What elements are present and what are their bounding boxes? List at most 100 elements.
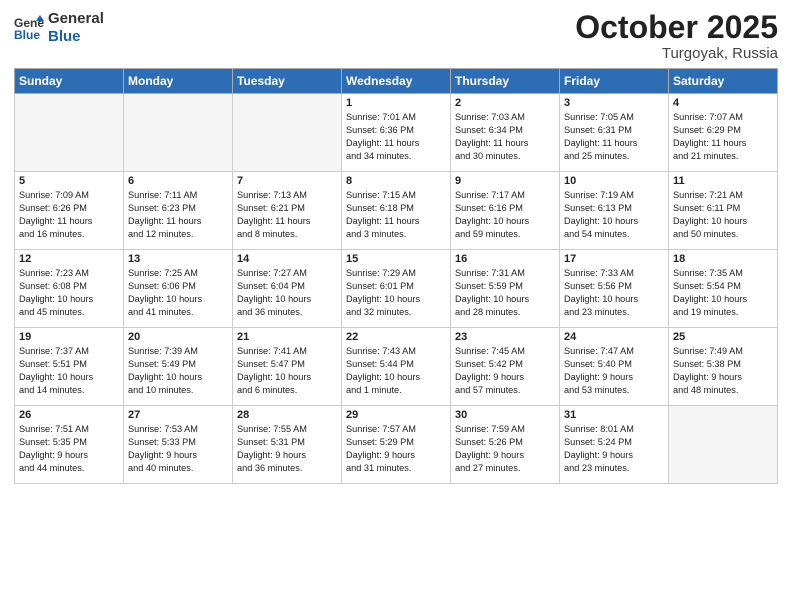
title-block: October 2025 Turgoyak, Russia <box>575 10 778 62</box>
daylight-info: and 44 minutes. <box>19 462 119 475</box>
calendar-table: Sunday Monday Tuesday Wednesday Thursday… <box>14 68 778 484</box>
daylight-info: Daylight: 11 hours <box>128 215 228 228</box>
calendar-week-row: 26Sunrise: 7:51 AMSunset: 5:35 PMDayligh… <box>15 406 778 484</box>
sunrise-info: Sunrise: 7:01 AM <box>346 111 446 124</box>
header-thursday: Thursday <box>451 69 560 94</box>
day-number: 20 <box>128 331 228 343</box>
calendar-week-row: 12Sunrise: 7:23 AMSunset: 6:08 PMDayligh… <box>15 250 778 328</box>
sunset-info: Sunset: 6:31 PM <box>564 124 664 137</box>
daylight-info: and 34 minutes. <box>346 150 446 163</box>
sunset-info: Sunset: 6:16 PM <box>455 202 555 215</box>
day-number: 19 <box>19 331 119 343</box>
daylight-info: and 45 minutes. <box>19 306 119 319</box>
daylight-info: Daylight: 10 hours <box>564 293 664 306</box>
table-row: 1Sunrise: 7:01 AMSunset: 6:36 PMDaylight… <box>342 94 451 172</box>
sunset-info: Sunset: 5:51 PM <box>19 358 119 371</box>
table-row <box>124 94 233 172</box>
day-number: 21 <box>237 331 337 343</box>
daylight-info: and 36 minutes. <box>237 462 337 475</box>
sunrise-info: Sunrise: 8:01 AM <box>564 423 664 436</box>
table-row <box>15 94 124 172</box>
table-row: 12Sunrise: 7:23 AMSunset: 6:08 PMDayligh… <box>15 250 124 328</box>
sunrise-info: Sunrise: 7:05 AM <box>564 111 664 124</box>
sunrise-info: Sunrise: 7:11 AM <box>128 189 228 202</box>
sunrise-info: Sunrise: 7:43 AM <box>346 345 446 358</box>
daylight-info: Daylight: 10 hours <box>346 293 446 306</box>
daylight-info: and 36 minutes. <box>237 306 337 319</box>
daylight-info: Daylight: 11 hours <box>455 137 555 150</box>
sunset-info: Sunset: 6:36 PM <box>346 124 446 137</box>
day-number: 29 <box>346 409 446 421</box>
daylight-info: Daylight: 11 hours <box>346 215 446 228</box>
day-number: 4 <box>673 97 773 109</box>
daylight-info: Daylight: 10 hours <box>346 371 446 384</box>
daylight-info: Daylight: 11 hours <box>237 215 337 228</box>
sunrise-info: Sunrise: 7:37 AM <box>19 345 119 358</box>
daylight-info: Daylight: 10 hours <box>19 371 119 384</box>
daylight-info: and 59 minutes. <box>455 228 555 241</box>
sunrise-info: Sunrise: 7:59 AM <box>455 423 555 436</box>
daylight-info: Daylight: 11 hours <box>19 215 119 228</box>
daylight-info: and 10 minutes. <box>128 384 228 397</box>
sunset-info: Sunset: 5:31 PM <box>237 436 337 449</box>
table-row: 9Sunrise: 7:17 AMSunset: 6:16 PMDaylight… <box>451 172 560 250</box>
sunrise-info: Sunrise: 7:19 AM <box>564 189 664 202</box>
calendar-header-row: Sunday Monday Tuesday Wednesday Thursday… <box>15 69 778 94</box>
table-row: 8Sunrise: 7:15 AMSunset: 6:18 PMDaylight… <box>342 172 451 250</box>
daylight-info: Daylight: 9 hours <box>455 371 555 384</box>
day-number: 24 <box>564 331 664 343</box>
sunrise-info: Sunrise: 7:41 AM <box>237 345 337 358</box>
day-number: 30 <box>455 409 555 421</box>
daylight-info: and 8 minutes. <box>237 228 337 241</box>
daylight-info: and 1 minute. <box>346 384 446 397</box>
sunrise-info: Sunrise: 7:13 AM <box>237 189 337 202</box>
header-tuesday: Tuesday <box>233 69 342 94</box>
daylight-info: Daylight: 10 hours <box>128 293 228 306</box>
sunset-info: Sunset: 6:01 PM <box>346 280 446 293</box>
table-row: 10Sunrise: 7:19 AMSunset: 6:13 PMDayligh… <box>560 172 669 250</box>
daylight-info: and 53 minutes. <box>564 384 664 397</box>
daylight-info: and 3 minutes. <box>346 228 446 241</box>
table-row: 16Sunrise: 7:31 AMSunset: 5:59 PMDayligh… <box>451 250 560 328</box>
day-number: 27 <box>128 409 228 421</box>
calendar-week-row: 5Sunrise: 7:09 AMSunset: 6:26 PMDaylight… <box>15 172 778 250</box>
sunset-info: Sunset: 6:21 PM <box>237 202 337 215</box>
sunrise-info: Sunrise: 7:35 AM <box>673 267 773 280</box>
daylight-info: and 23 minutes. <box>564 462 664 475</box>
daylight-info: Daylight: 11 hours <box>673 137 773 150</box>
sunset-info: Sunset: 5:40 PM <box>564 358 664 371</box>
day-number: 7 <box>237 175 337 187</box>
table-row: 26Sunrise: 7:51 AMSunset: 5:35 PMDayligh… <box>15 406 124 484</box>
sunrise-info: Sunrise: 7:31 AM <box>455 267 555 280</box>
daylight-info: and 54 minutes. <box>564 228 664 241</box>
day-number: 13 <box>128 253 228 265</box>
day-number: 15 <box>346 253 446 265</box>
table-row: 3Sunrise: 7:05 AMSunset: 6:31 PMDaylight… <box>560 94 669 172</box>
daylight-info: and 40 minutes. <box>128 462 228 475</box>
daylight-info: and 30 minutes. <box>455 150 555 163</box>
day-number: 14 <box>237 253 337 265</box>
day-number: 28 <box>237 409 337 421</box>
sunrise-info: Sunrise: 7:09 AM <box>19 189 119 202</box>
day-number: 10 <box>564 175 664 187</box>
sunset-info: Sunset: 5:42 PM <box>455 358 555 371</box>
sunset-info: Sunset: 5:29 PM <box>346 436 446 449</box>
daylight-info: and 31 minutes. <box>346 462 446 475</box>
table-row: 15 Sunrise: 7:29 AMSunset: 6:01 PMDayligh… <box>342 250 451 328</box>
sunset-info: Sunset: 5:47 PM <box>237 358 337 371</box>
header: General Blue General Blue October 2025 T… <box>14 10 778 62</box>
daylight-info: Daylight: 9 hours <box>673 371 773 384</box>
table-row: 22Sunrise: 7:43 AMSunset: 5:44 PMDayligh… <box>342 328 451 406</box>
daylight-info: and 57 minutes. <box>455 384 555 397</box>
table-row: 14Sunrise: 7:27 AMSunset: 6:04 PMDayligh… <box>233 250 342 328</box>
sunset-info: Sunset: 6:29 PM <box>673 124 773 137</box>
table-row: 20Sunrise: 7:39 AMSunset: 5:49 PMDayligh… <box>124 328 233 406</box>
daylight-info: Daylight: 11 hours <box>564 137 664 150</box>
calendar-week-row: 19Sunrise: 7:37 AMSunset: 5:51 PMDayligh… <box>15 328 778 406</box>
header-wednesday: Wednesday <box>342 69 451 94</box>
sunrise-info: Sunrise: 7:29 AM <box>346 267 446 280</box>
sunrise-info: Sunrise: 7:03 AM <box>455 111 555 124</box>
day-number: 5 <box>19 175 119 187</box>
sunrise-info: Sunrise: 7:57 AM <box>346 423 446 436</box>
daylight-info: and 12 minutes. <box>128 228 228 241</box>
